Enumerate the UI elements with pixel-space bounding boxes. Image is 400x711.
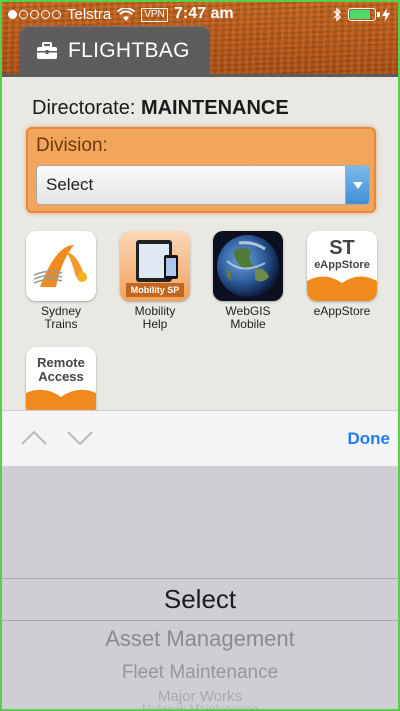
- bluetooth-icon: [333, 7, 341, 22]
- picker-selection-bottom-line: [2, 620, 398, 621]
- tab-label: FLIGHTBAG: [68, 39, 190, 62]
- app-label-line1: eAppStore: [313, 304, 371, 318]
- remote-access-logo-icon: Remote Access: [26, 347, 96, 417]
- picker-option[interactable]: Fleet Maintenance: [2, 662, 398, 684]
- directorate-value: MAINTENANCE: [140, 97, 289, 119]
- globe-icon: [213, 231, 283, 301]
- dropdown-arrow-icon[interactable]: [345, 166, 369, 204]
- division-label: Division:: [36, 135, 108, 156]
- picker-option[interactable]: Network Maintenance: [2, 702, 398, 709]
- status-bar: Telstra VPN 7:47 am: [2, 2, 398, 28]
- sydney-trains-logo-icon: [26, 231, 96, 301]
- division-panel: Division: Select: [26, 127, 376, 213]
- app-label-line2: Mobile: [230, 317, 266, 331]
- eappstore-logo-icon: ST eAppStore: [307, 231, 377, 301]
- picker-selection-top-line: [2, 578, 398, 579]
- wifi-icon: [117, 7, 136, 21]
- tab-flightbag[interactable]: FLIGHTBAG: [20, 26, 210, 76]
- clock: 7:47 am: [174, 5, 234, 22]
- picker-toolbar: Done: [2, 410, 398, 466]
- app-webgis-mobile[interactable]: WebGIS Mobile: [203, 231, 293, 331]
- picker-option[interactable]: Asset Management: [2, 626, 398, 652]
- mobility-sp-caption: Mobility SP: [126, 283, 184, 297]
- picker-option-selected[interactable]: Select: [2, 584, 398, 615]
- directorate-heading: Directorate: MAINTENANCE: [32, 97, 289, 120]
- chevron-down-icon[interactable]: [66, 429, 94, 447]
- app-sydney-trains[interactable]: Sydney Trains: [16, 231, 106, 331]
- vpn-badge: VPN: [141, 7, 168, 22]
- battery-icon: [348, 8, 380, 21]
- carrier-name: Telstra: [67, 6, 112, 23]
- app-header: Telstra VPN 7:47 am FLIGHTBAG: [2, 2, 398, 76]
- done-button[interactable]: Done: [348, 429, 391, 449]
- app-remote-access[interactable]: Remote Access: [16, 347, 106, 417]
- division-select-value: Select: [46, 175, 94, 194]
- charging-icon: [382, 7, 390, 22]
- tablet-phone-icon: Mobility SP: [120, 231, 190, 301]
- signal-strength-icon: [8, 10, 61, 19]
- chevron-up-icon[interactable]: [20, 429, 48, 447]
- app-label-line2: Help: [142, 317, 168, 331]
- division-picker-wheel[interactable]: Select Asset Management Fleet Maintenanc…: [2, 466, 398, 709]
- app-label-line2: Trains: [44, 317, 78, 331]
- main-content: Directorate: MAINTENANCE Division: Selec…: [2, 74, 398, 417]
- app-eappstore[interactable]: ST eAppStore eAppStore: [297, 231, 387, 318]
- division-select[interactable]: Select: [36, 165, 370, 205]
- briefcase-icon: [37, 42, 57, 59]
- directorate-label: Directorate:: [32, 97, 136, 119]
- app-mobility-help[interactable]: Mobility SP Mobility Help: [110, 231, 200, 331]
